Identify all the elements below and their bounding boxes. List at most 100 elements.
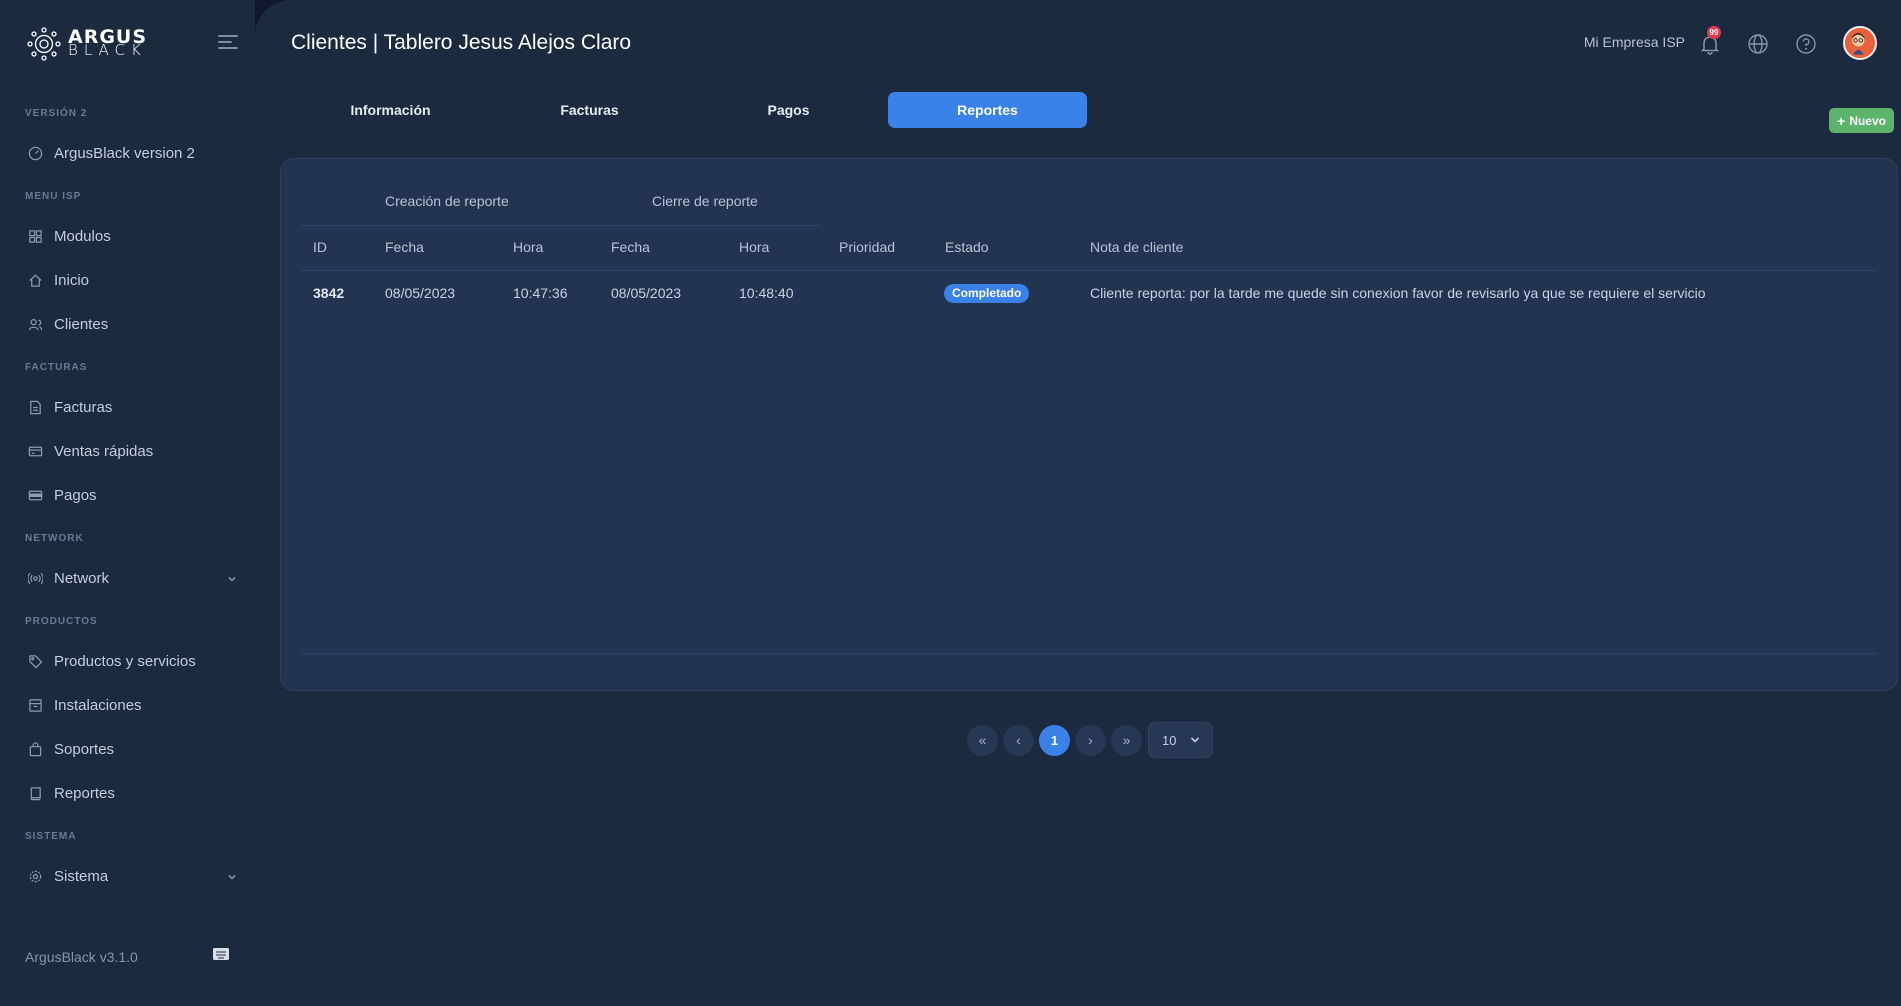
status-badge: Completado (944, 284, 1030, 303)
group-header-cierre: Cierre de reporte (652, 193, 758, 209)
sidebar-item-label: Facturas (54, 399, 113, 416)
app-version: ArgusBlack v3.1.0 (25, 949, 138, 965)
sidebar-item-pagos[interactable]: Pagos (28, 487, 238, 504)
sidebar-item-reportes[interactable]: Reportes (28, 785, 238, 802)
card-icon (28, 446, 43, 457)
pagination: « ‹ 1 › » 10 (967, 722, 1213, 758)
bag-icon (29, 742, 42, 757)
cell-id: 3842 (313, 285, 345, 301)
file-icon (30, 400, 41, 415)
section-label-facturas: FACTURAS (25, 362, 88, 373)
new-report-button[interactable]: + Nuevo (1829, 108, 1894, 133)
section-label-version: VERSIÓN 2 (25, 108, 88, 119)
sidebar-item-label: Inicio (54, 272, 90, 289)
users-icon (28, 319, 43, 331)
section-label-menu-isp: MENU ISP (25, 191, 82, 202)
sidebar-item-ventas-rapidas[interactable]: Ventas rápidas (28, 443, 238, 460)
tab-pagos[interactable]: Pagos (689, 92, 888, 128)
plus-icon: + (1837, 112, 1846, 129)
sidebar: ARGUS BLACK VERSIÓN 2 ArgusBlack version… (0, 0, 255, 1006)
keyboard-icon[interactable] (212, 946, 230, 962)
wallet-icon (28, 490, 43, 501)
sidebar-item-argusblack-v2[interactable]: ArgusBlack version 2 (28, 145, 238, 162)
sidebar-item-label: Soportes (54, 741, 115, 758)
avatar[interactable] (1843, 26, 1877, 60)
first-page-button[interactable]: « (967, 724, 998, 756)
column-header-nota[interactable]: Nota de cliente (1090, 239, 1183, 255)
page-size-value: 10 (1162, 732, 1177, 748)
chevron-down-icon (228, 874, 236, 879)
grid-icon (29, 230, 42, 243)
top-right-toolbar: Mi Empresa ISP 99 (1481, 26, 1901, 60)
sidebar-item-label: Modulos (54, 228, 111, 245)
sidebar-item-instalaciones[interactable]: Instalaciones (28, 697, 238, 714)
sidebar-item-label: Clientes (54, 316, 109, 333)
sidebar-item-modulos[interactable]: Modulos (28, 228, 238, 245)
chevron-down-icon (228, 576, 236, 581)
sidebar-item-clientes[interactable]: Clientes (28, 316, 238, 333)
column-header-hora-cierre[interactable]: Hora (739, 239, 769, 255)
cell-nota: Cliente reporta: por la tarde me quede s… (1090, 285, 1706, 301)
menu-toggle-icon[interactable] (217, 33, 239, 51)
section-label-network: NETWORK (25, 533, 84, 544)
sidebar-item-network[interactable]: Network (28, 570, 238, 587)
tab-informacion[interactable]: Información (291, 92, 490, 128)
gear-icon (29, 870, 42, 883)
table-bottom-divider (301, 653, 1877, 654)
sidebar-item-sistema[interactable]: Sistema (28, 868, 238, 885)
sidebar-item-label: Instalaciones (54, 697, 142, 714)
sidebar-item-label: Productos y servicios (54, 653, 196, 670)
company-name: Mi Empresa ISP (1583, 34, 1685, 50)
column-header-prioridad[interactable]: Prioridad (839, 239, 895, 255)
section-label-sistema: SISTEMA (25, 831, 77, 842)
archive-icon (29, 699, 42, 712)
avatar-image (1845, 28, 1872, 55)
tab-reportes[interactable]: Reportes (888, 92, 1087, 128)
sidebar-item-inicio[interactable]: Inicio (28, 272, 238, 289)
column-header-hora-creacion[interactable]: Hora (513, 239, 543, 255)
broadcast-icon (28, 572, 43, 585)
help-icon[interactable] (1795, 33, 1817, 55)
sidebar-item-label: ArgusBlack version 2 (54, 145, 195, 162)
logo-line2: BLACK (68, 41, 147, 59)
column-header-fecha-cierre[interactable]: Fecha (611, 239, 650, 255)
header-divider (301, 270, 1877, 271)
last-page-button[interactable]: » (1111, 724, 1142, 756)
sidebar-item-label: Sistema (54, 868, 109, 885)
sidebar-item-productos-servicios[interactable]: Productos y servicios (28, 653, 238, 670)
globe-icon[interactable] (1747, 33, 1769, 55)
next-page-button[interactable]: › (1075, 724, 1106, 756)
sidebar-item-label: Pagos (54, 487, 97, 504)
sidebar-item-soportes[interactable]: Soportes (28, 741, 238, 758)
tab-facturas[interactable]: Facturas (490, 92, 689, 128)
sidebar-item-facturas[interactable]: Facturas (28, 399, 238, 416)
cell-hora-cierre: 10:48:40 (739, 285, 794, 301)
notification-badge: 99 (1707, 26, 1721, 39)
reports-table-card: Creación de reporte Cierre de reporte ID… (280, 158, 1898, 691)
chevron-down-icon (1190, 737, 1200, 743)
home-icon (29, 274, 42, 287)
column-header-estado[interactable]: Estado (945, 239, 989, 255)
logo-icon (27, 27, 61, 61)
book-icon (30, 787, 41, 801)
new-button-label: Nuevo (1849, 113, 1886, 128)
gauge-icon (28, 146, 43, 161)
column-header-fecha-creacion[interactable]: Fecha (385, 239, 424, 255)
group-header-creacion: Creación de reporte (385, 193, 509, 209)
prev-page-button[interactable]: ‹ (1003, 724, 1034, 756)
page-title: Clientes | Tablero Jesus Alejos Claro (291, 31, 632, 54)
cell-fecha-creacion: 08/05/2023 (385, 285, 456, 301)
logo[interactable]: ARGUS BLACK (26, 26, 147, 62)
main-content: Clientes | Tablero Jesus Alejos Claro Mi… (255, 0, 1901, 1006)
section-label-productos: PRODUCTOS (25, 616, 98, 627)
page-size-select[interactable]: 10 (1148, 722, 1213, 758)
sidebar-item-label: Reportes (54, 785, 115, 802)
page-button-current[interactable]: 1 (1039, 724, 1070, 756)
cell-fecha-cierre: 08/05/2023 (611, 285, 682, 301)
sidebar-item-label: Network (54, 570, 110, 587)
sidebar-item-label: Ventas rápidas (54, 443, 154, 460)
group-divider (301, 225, 821, 226)
column-header-id[interactable]: ID (313, 239, 327, 255)
cell-hora-creacion: 10:47:36 (513, 285, 568, 301)
tag-icon (29, 655, 43, 669)
